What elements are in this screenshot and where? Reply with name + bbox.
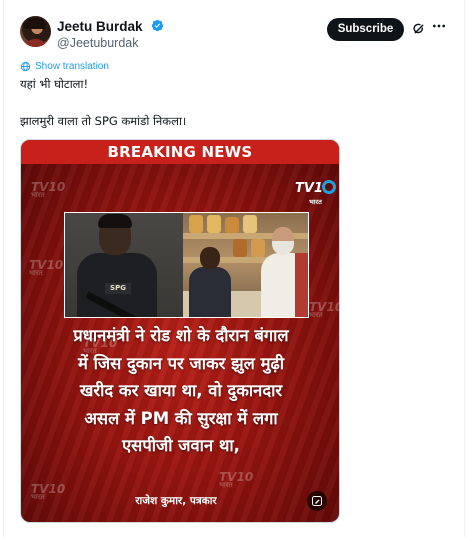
media-headline: प्रधानमंत्री ने रोड शो के दौरान बंगाल मे… xyxy=(31,322,331,460)
customer-jacket xyxy=(295,253,308,317)
spg-patch: SPG xyxy=(105,283,131,294)
watermark-logo: TV10 भारत xyxy=(31,180,66,199)
avatar-hair xyxy=(24,18,46,29)
vendor-figure xyxy=(189,267,231,317)
shop-jar xyxy=(251,239,265,257)
tweet-text-line: झालमुरी वाला तो SPG कमांडो निकला। xyxy=(20,114,187,128)
shop-jar xyxy=(189,215,203,233)
watermark-logo: TV10 भारत xyxy=(29,258,64,277)
avatar-shirt xyxy=(23,39,48,47)
shop-jar xyxy=(225,217,239,233)
shop-jar xyxy=(243,215,257,233)
avatar[interactable] xyxy=(20,16,51,47)
headline-line: खरीद कर खाया था, वो दुकानदार xyxy=(79,381,283,400)
tweet-header: Jeetu Burdak @Jeetuburdak Subscribe xyxy=(20,16,457,50)
tweet-media-image[interactable]: BREAKING NEWS TV10 भारत TV10 भारत TV10 भारत… xyxy=(20,139,340,523)
more-icon[interactable] xyxy=(431,18,447,34)
author-block[interactable]: Jeetu Burdak @Jeetuburdak xyxy=(57,16,164,50)
headline-line: असल में PM की सुरक्षा में लगा xyxy=(84,408,278,428)
verified-badge-icon xyxy=(151,19,163,32)
globe-icon xyxy=(20,61,31,72)
more-dots-icon xyxy=(433,24,445,28)
headline-line: प्रधानमंत्री ने रोड शो के दौरान बंगाल xyxy=(73,326,289,345)
tweet-text-line: यहां भी घोटाला! xyxy=(20,77,89,91)
tweet-text: यहां भी घोटाला! झालमुरी वाला तो SPG कमां… xyxy=(20,76,440,130)
edit-pencil-icon xyxy=(312,496,322,506)
image-edit-icon[interactable] xyxy=(307,491,327,511)
shop-jar xyxy=(233,239,247,257)
breaking-news-banner: BREAKING NEWS xyxy=(21,140,339,164)
vendor-head xyxy=(200,247,220,269)
headline-line: में जिस दुकान पर जाकर झुल मुढ़ी xyxy=(77,353,285,373)
shop-jar xyxy=(207,215,221,233)
channel-logo: TV1 भारत xyxy=(295,180,336,209)
grok-icon[interactable] xyxy=(412,22,426,36)
show-translation-label[interactable]: Show translation xyxy=(35,61,109,72)
subscribe-button[interactable]: Subscribe xyxy=(327,18,404,41)
reporter-credit: राजेश कुमार, पत्रकार xyxy=(135,495,217,507)
headline-line: एसपीजी जवान था, xyxy=(122,436,240,455)
watermark-logo: TV10 भारत xyxy=(309,300,340,319)
news-photo: SPG xyxy=(64,212,309,318)
watermark-logo: TV10 भारत xyxy=(219,470,254,489)
author-display-name[interactable]: Jeetu Burdak xyxy=(57,19,143,34)
show-translation-link[interactable]: Show translation xyxy=(20,61,109,72)
author-handle[interactable]: @Jeetuburdak xyxy=(57,36,164,50)
guard-hair xyxy=(98,214,132,228)
